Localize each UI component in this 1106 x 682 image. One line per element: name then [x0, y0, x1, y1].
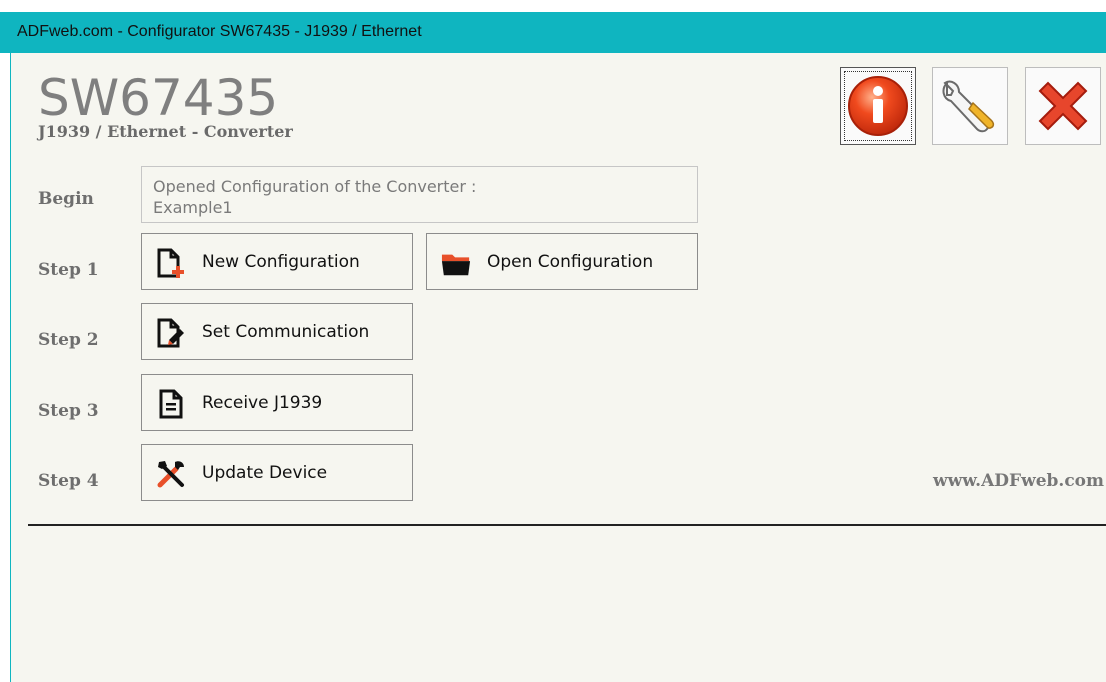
- step4-label: Step 4: [38, 471, 99, 491]
- tools-icon: [157, 461, 184, 488]
- new-file-icon: [157, 248, 184, 278]
- divider: [28, 524, 1106, 526]
- new-configuration-button[interactable]: New Configuration: [141, 233, 413, 290]
- open-configuration-label: Open Configuration: [487, 252, 654, 272]
- product-subtitle: J1939 / Ethernet - Converter: [38, 122, 293, 141]
- set-communication-button[interactable]: Set Communication: [141, 303, 413, 360]
- configurator-window: ADFweb.com - Configurator SW67435 - J193…: [0, 0, 1106, 682]
- website-link[interactable]: www.ADFweb.com: [933, 471, 1104, 491]
- set-communication-label: Set Communication: [202, 322, 370, 342]
- main-panel: [10, 53, 1106, 682]
- begin-label: Begin: [38, 189, 94, 209]
- receive-j1939-label: Receive J1939: [202, 393, 323, 413]
- step2-label: Step 2: [38, 330, 99, 350]
- close-button[interactable]: [1025, 67, 1101, 145]
- open-configuration-button[interactable]: Open Configuration: [426, 233, 698, 290]
- window-title: ADFweb.com - Configurator SW67435 - J193…: [17, 23, 422, 40]
- receive-j1939-button[interactable]: Receive J1939: [141, 374, 413, 431]
- info-line: Opened Configuration of the Converter :: [153, 177, 477, 196]
- config-name: Example1: [153, 198, 233, 217]
- info-button[interactable]: [840, 67, 916, 145]
- close-icon: [1038, 81, 1088, 131]
- new-configuration-label: New Configuration: [202, 252, 360, 272]
- product-code: SW67435: [38, 69, 279, 127]
- window-border: [10, 53, 11, 682]
- wrench-icon: [942, 80, 995, 133]
- title-bar[interactable]: ADFweb.com - Configurator SW67435 - J193…: [0, 12, 1106, 53]
- step3-label: Step 3: [38, 401, 99, 421]
- folder-icon: [441, 254, 471, 276]
- opened-config-info: Opened Configuration of the Converter : …: [141, 166, 698, 223]
- window-edge: [0, 53, 10, 682]
- update-device-button[interactable]: Update Device: [141, 444, 413, 501]
- edit-file-icon: [157, 318, 184, 348]
- settings-button[interactable]: [932, 67, 1008, 145]
- update-device-label: Update Device: [202, 463, 328, 483]
- document-icon: [159, 389, 183, 419]
- step1-label: Step 1: [38, 260, 99, 280]
- info-icon: [848, 76, 908, 136]
